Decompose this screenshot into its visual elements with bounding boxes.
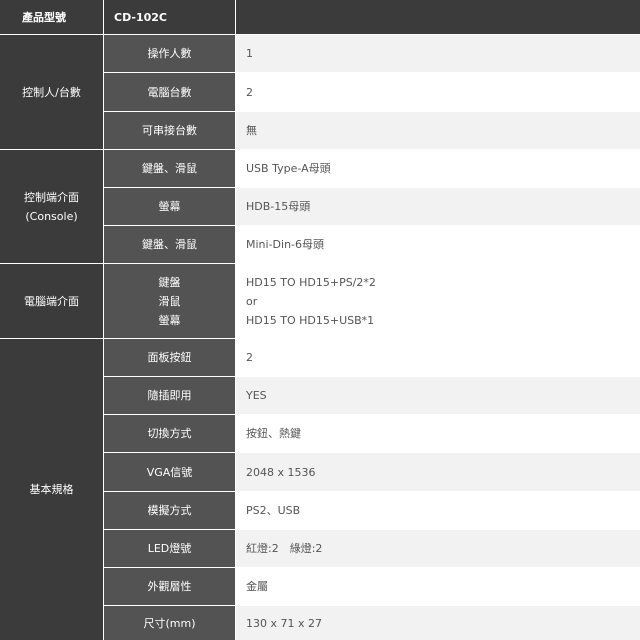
category-label: 基本規格 [29,483,74,496]
row-value-text: YES [246,389,267,402]
header-blank-cell [236,0,640,34]
row-value: YES [236,377,640,414]
row-value-text: 1 [246,47,253,60]
row-label-text: 隨插即用 [147,389,192,402]
category-label: 控制端介面 (Console) [24,190,79,223]
row-label-text: 切換方式 [147,427,192,440]
row-value-text: USB Type-A母頭 [246,162,331,175]
row-label-text: LED燈號 [147,542,192,555]
row-value: HD15 TO HD15+PS/2*2 or HD15 TO HD15+USB*… [236,264,640,338]
row-value: PS2、USB [236,492,640,529]
row-value: 130 x 71 x 27 [236,606,640,640]
row-value: Mini-Din-6母頭 [236,226,640,263]
row-value: 2048 x 1536 [236,453,640,491]
model-value-cell: CD-102C [104,0,235,34]
row-label-text: 操作人數 [147,47,192,60]
spec-table: 產品型號 CD-102C 控制人/台數 控制端介面 (Console) 電腦端介… [0,0,640,640]
row-value-text: 紅燈:2 綠燈:2 [246,542,323,555]
row-label: 鍵盤、滑鼠 [104,226,235,263]
row-label-text: 鍵盤、滑鼠 [142,162,197,175]
category-label: 控制人/台數 [22,85,81,99]
row-value-text: Mini-Din-6母頭 [246,238,325,251]
row-value-text: 2 [246,351,253,364]
row-value: HDB-15母頭 [236,188,640,225]
category-label: 電腦端介面 [24,294,79,308]
row-value: 金屬 [236,568,640,605]
row-value: 無 [236,112,640,149]
row-value: 紅燈:2 綠燈:2 [236,530,640,567]
row-label-text: 電腦台數 [147,85,192,99]
row-value-text: 2048 x 1536 [246,465,316,479]
model-label-cell: 產品型號 [0,0,103,34]
row-label: 隨插即用 [104,377,235,414]
row-value: 1 [236,35,640,72]
model-label: 產品型號 [22,11,66,24]
category-basic-specs: 基本規格 [0,339,103,640]
row-label-text: 鍵盤、滑鼠 [142,238,197,251]
row-label-text: 螢幕 [158,200,181,213]
row-value: 2 [236,73,640,111]
row-label-text: 模擬方式 [147,504,192,517]
row-label-text: 鍵盤 滑鼠 螢幕 [158,275,181,327]
row-label: 螢幕 [104,188,235,225]
row-label: LED燈號 [104,530,235,567]
row-label: 切換方式 [104,415,235,452]
category-control-count: 控制人/台數 [0,35,103,149]
row-label: 鍵盤 滑鼠 螢幕 [104,264,235,338]
row-label: 可串接台數 [104,112,235,149]
row-label: 面板按鈕 [104,339,235,376]
row-value: 按鈕、熱鍵 [236,415,640,452]
row-value-text: 金屬 [246,580,268,593]
row-value: USB Type-A母頭 [236,150,640,187]
category-console-interface: 控制端介面 (Console) [0,150,103,263]
row-value-text: HD15 TO HD15+PS/2*2 or HD15 TO HD15+USB*… [246,275,376,327]
category-computer-interface: 電腦端介面 [0,264,103,338]
row-label: 尺寸(mm) [104,606,235,640]
row-label: 操作人數 [104,35,235,72]
row-label-text: 面板按鈕 [147,351,192,364]
row-value-text: 無 [246,124,257,137]
row-value-text: HDB-15母頭 [246,200,311,213]
row-label-text: 外觀層性 [147,580,192,593]
row-value-text: PS2、USB [246,504,301,517]
row-value-text: 130 x 71 x 27 [246,616,322,630]
row-value-text: 按鈕、熱鍵 [246,427,301,440]
row-label: VGA信號 [104,453,235,491]
row-value-text: 2 [246,85,253,99]
row-label: 外觀層性 [104,568,235,605]
row-value: 2 [236,339,640,376]
row-label-text: 可串接台數 [142,124,197,137]
row-label-text: VGA信號 [146,465,193,479]
row-label: 模擬方式 [104,492,235,529]
row-label-text: 尺寸(mm) [143,616,196,630]
model-value: CD-102C [114,10,168,24]
row-label: 鍵盤、滑鼠 [104,150,235,187]
row-label: 電腦台數 [104,73,235,111]
